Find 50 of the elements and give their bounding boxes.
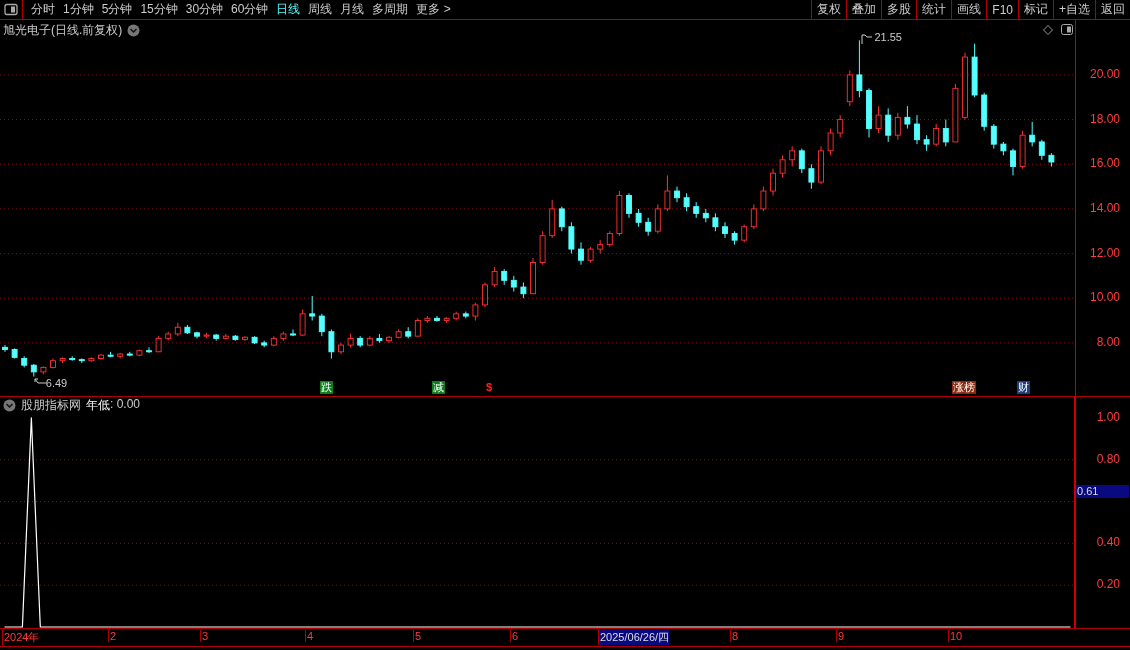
date-label: 10 — [948, 630, 963, 642]
period-tab[interactable]: 1分钟 — [59, 1, 98, 18]
arrow-icon — [33, 377, 46, 386]
chevron-down-icon[interactable] — [3, 399, 16, 412]
axis-label: 12.00 — [1088, 245, 1120, 260]
event-marker[interactable]: 涨榜 — [952, 381, 976, 394]
event-marker[interactable]: 减 — [432, 381, 445, 394]
axis-label: 18.00 — [1088, 111, 1120, 126]
high-price-label: 21.55 — [874, 31, 902, 44]
event-marker[interactable]: $ — [485, 381, 494, 394]
low-price-label: 6.49 — [45, 376, 68, 389]
period-tab[interactable]: 30分钟 — [181, 1, 228, 18]
date-label: 3 — [200, 630, 209, 642]
axis-label: 8.00 — [1095, 334, 1120, 349]
period-tab[interactable]: 5分钟 — [97, 1, 137, 18]
period-tab[interactable]: 60分钟 — [227, 1, 273, 18]
date-label: 4 — [305, 630, 314, 642]
axis-label: 10.00 — [1088, 290, 1120, 305]
flag-icon — [861, 34, 874, 45]
chevron-down-icon[interactable] — [127, 24, 141, 37]
diamond-icon[interactable] — [1043, 25, 1053, 35]
panel-toggle-icon[interactable] — [1061, 24, 1073, 35]
axis-label: 1.00 — [1095, 409, 1120, 424]
period-tab[interactable]: 周线 — [304, 1, 337, 18]
period-tab[interactable]: 多周期 — [368, 1, 413, 18]
axis-label: 14.00 — [1088, 200, 1120, 215]
current-value-label: 0.61 — [1076, 485, 1130, 499]
indicator-reading: : 0.00 — [110, 397, 141, 413]
date-label: 5 — [413, 630, 422, 642]
event-marker[interactable]: 财 — [1017, 381, 1030, 394]
date-label: 9 — [836, 630, 845, 642]
axis-label: 0.80 — [1095, 451, 1120, 466]
indicator-title: 股朋指标网 — [21, 397, 81, 414]
period-tab[interactable]: 月线 — [336, 1, 369, 18]
period-tab[interactable]: 日线 — [272, 1, 305, 18]
period-tab[interactable]: 15分钟 — [136, 1, 182, 18]
date-label: 6 — [510, 630, 519, 642]
period-tab[interactable]: 分时 — [27, 1, 59, 18]
axis-label: 20.00 — [1088, 66, 1120, 81]
date-label: 8 — [730, 630, 739, 642]
axis-label: 16.00 — [1088, 156, 1120, 171]
date-label: 2024年 — [2, 630, 40, 645]
date-label: 2025/06/26/四 — [598, 630, 670, 645]
series-name: 年低 — [86, 397, 110, 414]
axis-label: 0.20 — [1095, 577, 1120, 592]
chart-title: 旭光电子(日线.前复权) — [3, 22, 123, 39]
date-label: 2 — [108, 630, 117, 642]
period-tab[interactable]: 更多 > — [412, 1, 455, 18]
axis-label: 0.40 — [1095, 535, 1120, 550]
event-marker[interactable]: 跌 — [320, 381, 333, 394]
